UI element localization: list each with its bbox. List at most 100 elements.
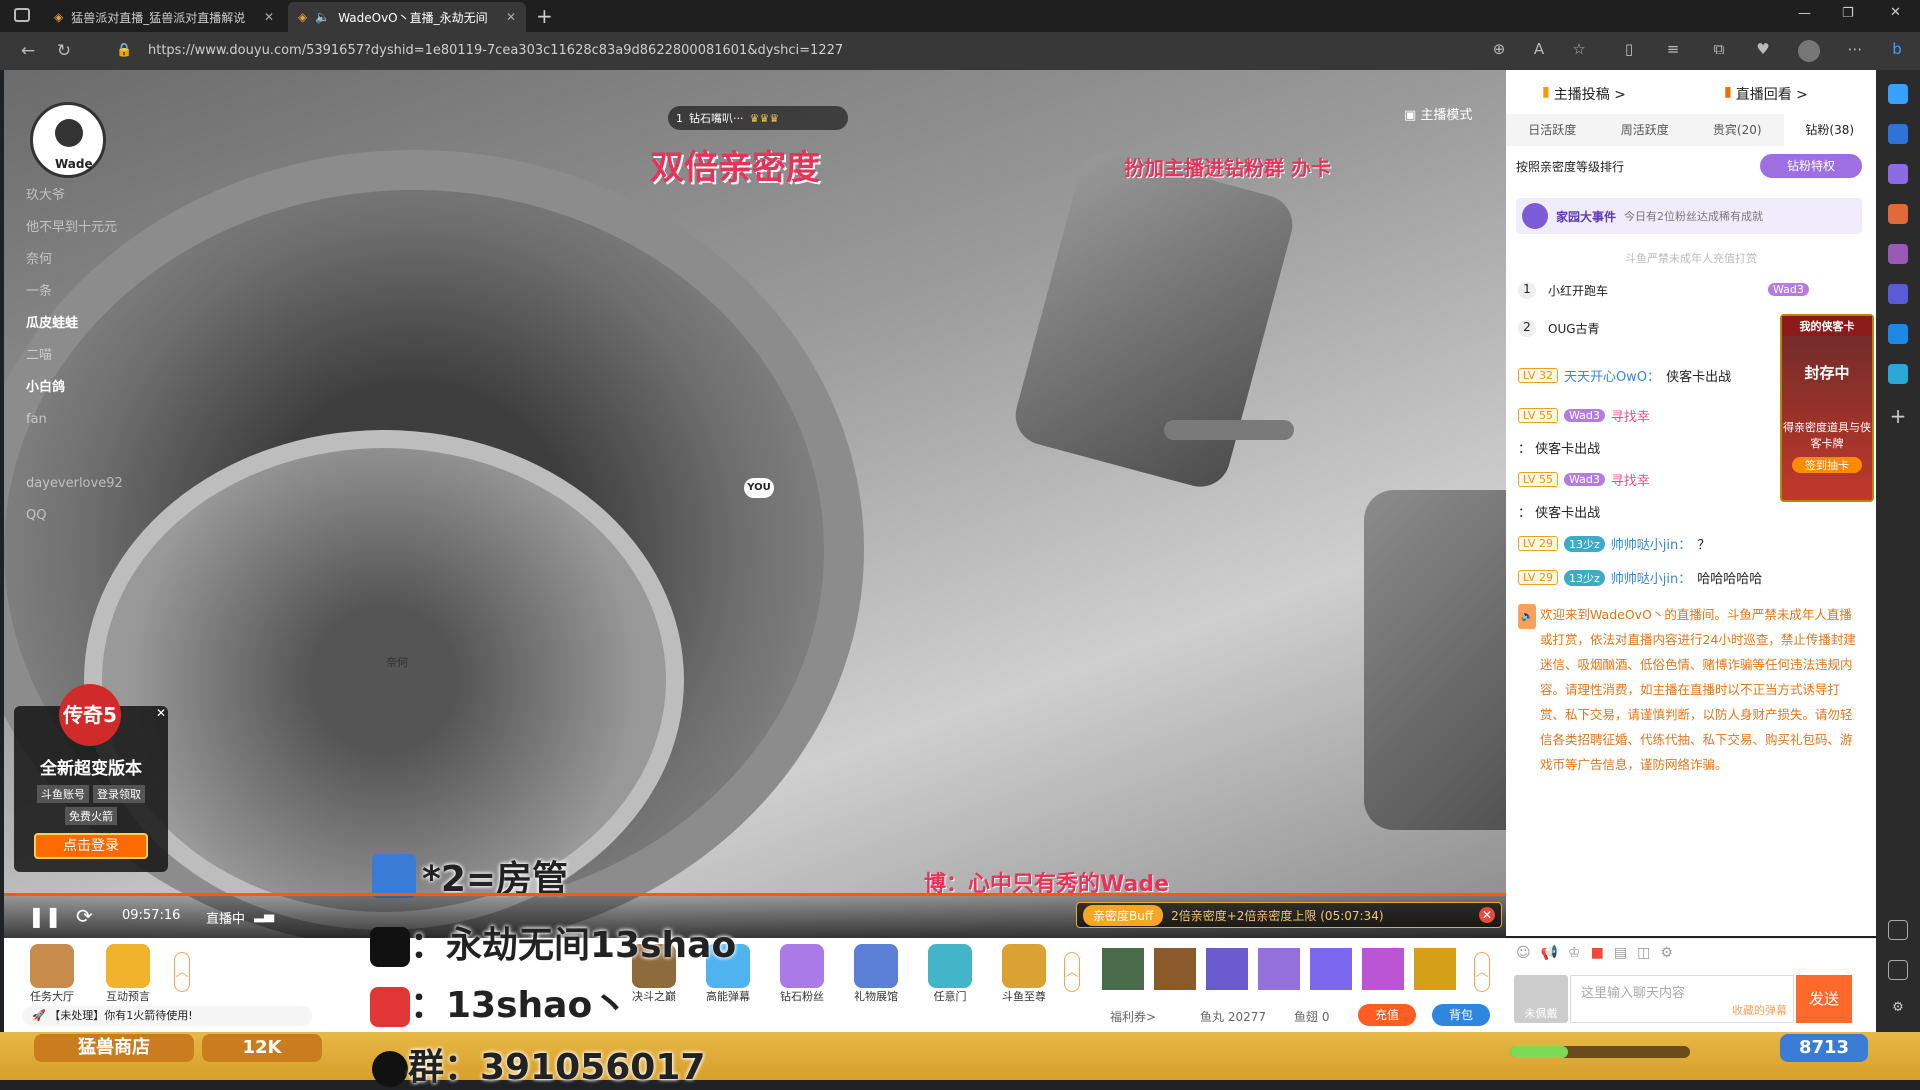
zoom-icon[interactable]: ⊕ bbox=[1488, 40, 1510, 62]
profile-avatar[interactable] bbox=[1798, 40, 1820, 62]
gift-item[interactable]: 斗鱼至尊 bbox=[994, 944, 1054, 1004]
gift-thumb[interactable] bbox=[1102, 948, 1144, 990]
emoji-icon[interactable]: ☺ bbox=[1516, 945, 1531, 961]
event-banner[interactable]: 家园大事件 今日有2位粉丝达成稀有成就 bbox=[1516, 198, 1862, 234]
close-window-button[interactable]: ✕ bbox=[1890, 5, 1901, 20]
gift-thumb[interactable] bbox=[1258, 948, 1300, 990]
tab-weekly[interactable]: 周活跃度 bbox=[1599, 114, 1692, 146]
close-icon[interactable]: ✕ bbox=[264, 10, 274, 24]
level-badge: LV 55 bbox=[1518, 408, 1558, 423]
gear-icon[interactable]: ⚙ bbox=[1888, 1000, 1908, 1020]
tab-daily[interactable]: 日活跃度 bbox=[1506, 114, 1599, 146]
send-button[interactable]: 发送 bbox=[1796, 975, 1852, 1023]
task-hall-button[interactable]: 任务大厅 bbox=[22, 944, 82, 1004]
rank-badge[interactable]: 1 钻石嘴叭··· ♛♛♛ bbox=[668, 106, 848, 130]
upload-link[interactable]: ▮ 主播投稿 > bbox=[1542, 84, 1626, 104]
video-player[interactable]: Wade 玖大爷 他不早到十元元 奈何 一条 瓜皮蛙蛙 二喵 小白鸽 fan d… bbox=[4, 70, 1506, 938]
pause-icon[interactable]: ❚❚ bbox=[28, 904, 62, 928]
gift-thumb[interactable] bbox=[1206, 948, 1248, 990]
screenshot-icon[interactable] bbox=[1888, 920, 1908, 940]
reload-icon[interactable]: ⟳ bbox=[76, 904, 93, 928]
new-tab-button[interactable]: + bbox=[536, 4, 553, 28]
speaker-icon[interactable]: 🔈 bbox=[315, 10, 330, 24]
gift-item[interactable]: 任意门 bbox=[920, 944, 980, 1004]
shop-button[interactable]: 猛兽商店 bbox=[34, 1034, 194, 1062]
rocket-notice[interactable]: 🚀 【未处理】你有1火箭待使用! bbox=[22, 1006, 312, 1026]
gift-thumb[interactable] bbox=[1414, 948, 1456, 990]
refresh-icon[interactable]: ↻ bbox=[46, 41, 82, 61]
rocket-icon: 🚀 bbox=[32, 1009, 50, 1022]
expand-arrow[interactable]: ︿ bbox=[1474, 952, 1490, 992]
tag-icon[interactable] bbox=[1888, 164, 1908, 184]
promo-card[interactable]: 传奇5 ✕ 全新超变版本 斗鱼账号 登录领取 免费火箭 点击登录 bbox=[14, 684, 168, 872]
toolbox-icon[interactable] bbox=[1888, 204, 1908, 224]
prediction-button[interactable]: 互动预言 bbox=[98, 944, 158, 1004]
viewer-name: 玖大爷 bbox=[26, 188, 66, 203]
gift-item[interactable]: 钻石粉丝 bbox=[772, 944, 832, 1004]
gift-thumb[interactable] bbox=[1154, 948, 1196, 990]
hero-card[interactable]: 我的侠客卡 封存中 得亲密度道具与侠客卡牌 签到抽卡 bbox=[1780, 314, 1874, 502]
collections-icon[interactable]: ⧉ bbox=[1708, 40, 1730, 62]
tab-1[interactable]: ◈ 猛兽派对直播_猛兽派对直播解说 ✕ bbox=[44, 2, 284, 32]
split-view-icon[interactable]: ▯ bbox=[1618, 40, 1640, 62]
manage-icon[interactable]: ▤ bbox=[1614, 945, 1627, 961]
add-icon[interactable]: + bbox=[1888, 404, 1908, 428]
tab-vip[interactable]: 贵宾(20) bbox=[1691, 114, 1784, 146]
fan-icon[interactable]: ■ bbox=[1591, 945, 1604, 961]
backpack-button[interactable]: 背包 bbox=[1432, 1004, 1490, 1026]
copilot-icon[interactable]: b bbox=[1886, 40, 1908, 62]
search-icon[interactable] bbox=[1888, 124, 1908, 144]
chat-user[interactable]: 帅帅哒小jin： bbox=[1611, 568, 1691, 587]
gift-item[interactable]: 礼物展馆 bbox=[846, 944, 906, 1004]
rank-item[interactable]: 2 OUG古青 bbox=[1518, 320, 1600, 337]
promo-login-button[interactable]: 点击登录 bbox=[34, 833, 148, 859]
promo-game-logo: 传奇5 bbox=[59, 684, 121, 746]
hero-card-button[interactable]: 签到抽卡 bbox=[1792, 457, 1862, 473]
back-icon[interactable]: ← bbox=[10, 41, 46, 61]
task-hall-icon bbox=[30, 944, 74, 988]
recharge-button[interactable]: 充值 bbox=[1358, 1004, 1416, 1026]
bell-icon[interactable] bbox=[1888, 84, 1908, 104]
open-external-icon[interactable] bbox=[1888, 960, 1908, 980]
office-icon[interactable] bbox=[1888, 284, 1908, 304]
send-icon[interactable] bbox=[1888, 364, 1908, 384]
minimize-button[interactable]: — bbox=[1798, 6, 1811, 21]
more-icon[interactable]: ⋯ bbox=[1844, 40, 1866, 62]
restore-button[interactable]: ❐ bbox=[1842, 6, 1854, 21]
favorites-list-icon[interactable]: ≡ bbox=[1662, 40, 1684, 62]
replay-link[interactable]: ▮ 直播回看 > bbox=[1724, 84, 1808, 104]
favorite-icon[interactable]: ☆ bbox=[1568, 40, 1590, 62]
gift-thumb[interactable] bbox=[1310, 948, 1352, 990]
extensions-icon[interactable]: ♥ bbox=[1752, 40, 1774, 62]
welfare-link[interactable]: 福利券> bbox=[1110, 1008, 1156, 1025]
tab-actions-icon[interactable] bbox=[14, 8, 30, 22]
diamond-privilege-button[interactable]: 钻粉特权 bbox=[1760, 154, 1862, 178]
tab-2[interactable]: ◈ 🔈 WadeOvO丶直播_永劫无间 ✕ bbox=[288, 2, 526, 32]
unworn-badge[interactable]: 未佩戴 bbox=[1514, 975, 1568, 1023]
tab-diamond[interactable]: 钻粉(38) bbox=[1783, 114, 1876, 146]
close-icon[interactable]: ✕ bbox=[506, 10, 516, 24]
read-aloud-icon[interactable]: A bbox=[1528, 40, 1550, 62]
url-field[interactable]: 🔒 https://www.douyu.com/5391657?dyshid=1… bbox=[116, 39, 1486, 63]
rank-item[interactable]: 1 小红开跑车 bbox=[1518, 282, 1608, 299]
viewer-name: 瓜皮蛙蛙 bbox=[26, 316, 79, 331]
expand-arrow[interactable]: ︿ bbox=[1064, 952, 1080, 992]
close-icon[interactable]: ✕ bbox=[156, 706, 166, 720]
chat-user[interactable]: 帅帅哒小jin： bbox=[1611, 534, 1691, 553]
crown-icon[interactable]: ♔ bbox=[1568, 945, 1581, 961]
collect-tag[interactable]: 收藏的弹幕 bbox=[1732, 1002, 1787, 1018]
close-icon[interactable]: ✕ bbox=[1479, 907, 1495, 923]
horn-icon[interactable]: 📢 bbox=[1541, 945, 1558, 961]
chat-input[interactable]: 这里输入聊天内容 收藏的弹幕 bbox=[1570, 975, 1794, 1023]
chat-user[interactable]: 寻找幸 bbox=[1611, 406, 1650, 425]
streamer-name: Wade bbox=[55, 157, 93, 171]
settings-icon[interactable]: ⚙ bbox=[1660, 945, 1673, 961]
chat-user[interactable]: 天天开心OwO： bbox=[1564, 366, 1660, 385]
games-icon[interactable] bbox=[1888, 244, 1908, 264]
streamer-mode-button[interactable]: ▣ 主播模式 bbox=[1404, 104, 1472, 123]
shield-icon[interactable]: ◫ bbox=[1637, 945, 1650, 961]
chat-user[interactable]: 寻找幸 bbox=[1611, 470, 1650, 489]
gift-thumb[interactable] bbox=[1362, 948, 1404, 990]
expand-arrow[interactable]: ︿ bbox=[174, 952, 190, 992]
outlook-icon[interactable] bbox=[1888, 324, 1908, 344]
